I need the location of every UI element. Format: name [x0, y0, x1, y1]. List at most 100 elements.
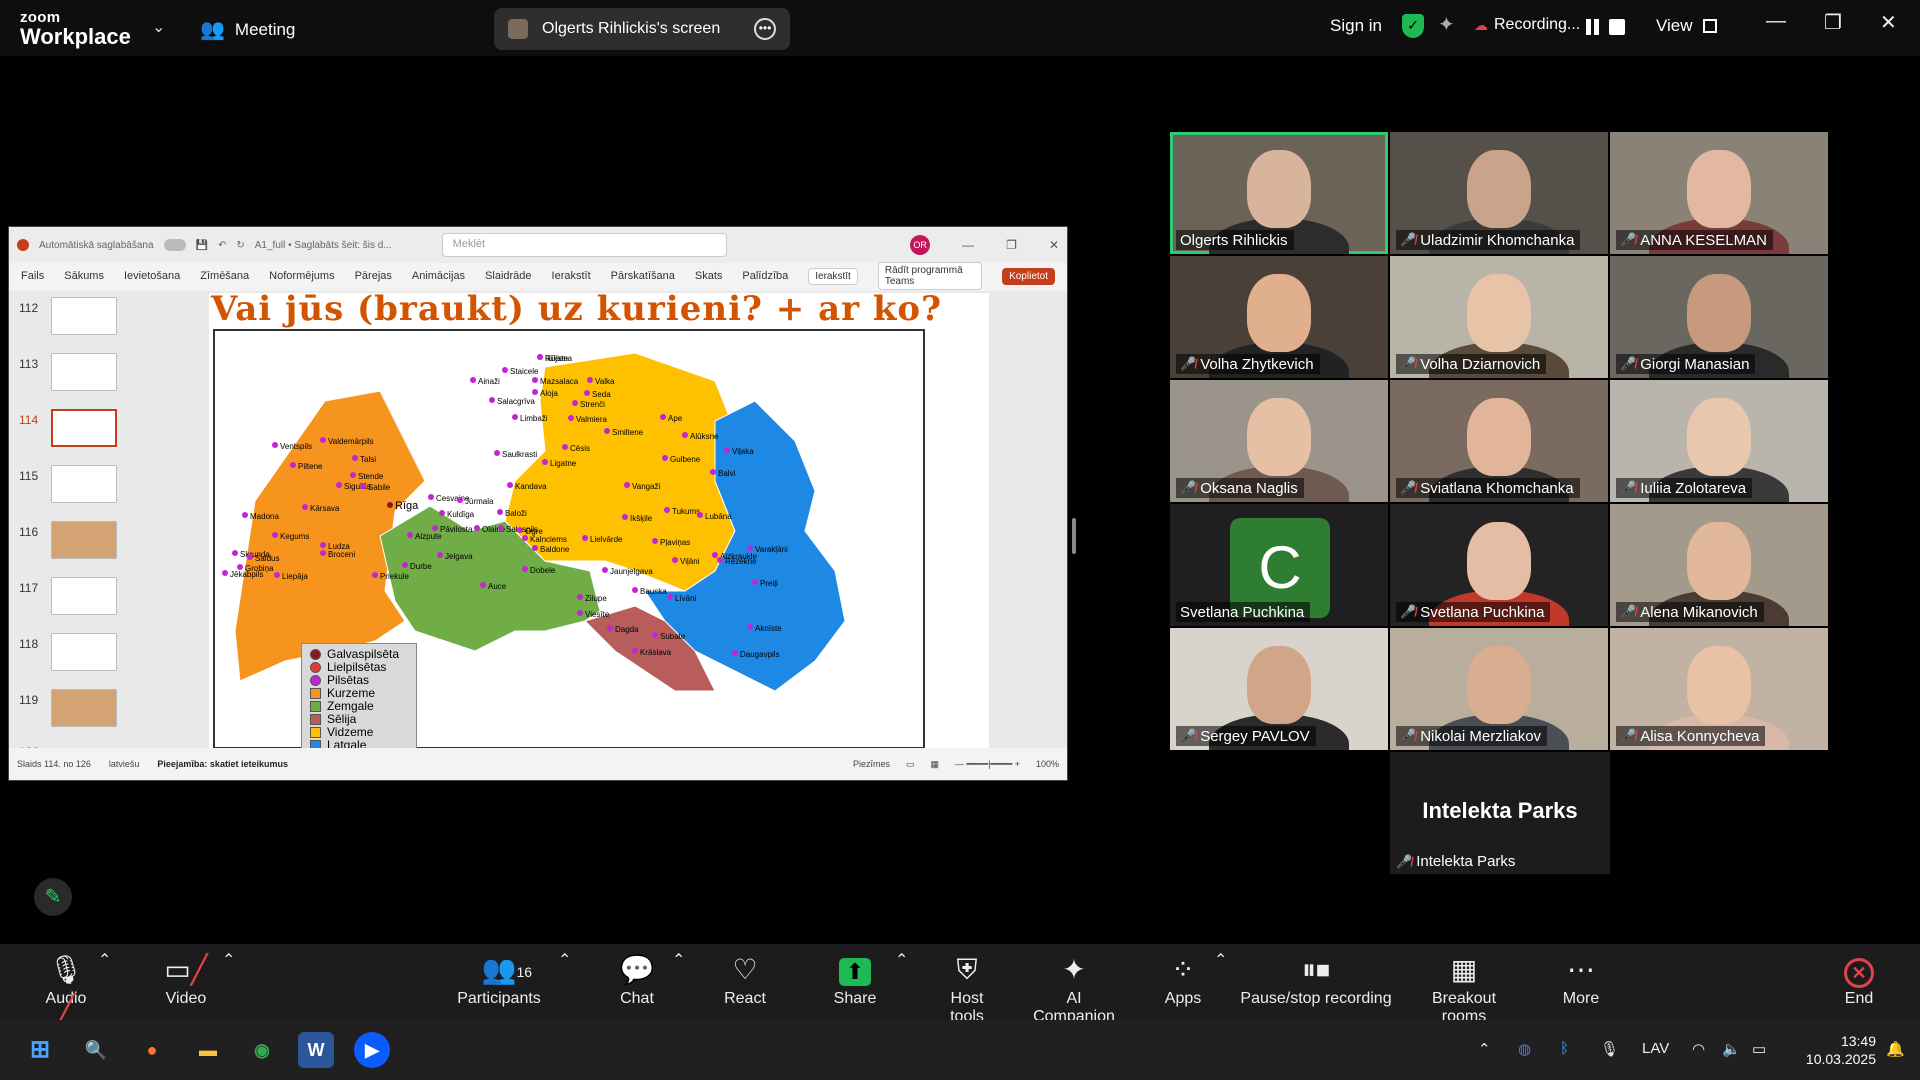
battery-icon[interactable]: ▭ — [1752, 1040, 1766, 1058]
thumbnail[interactable]: 119 — [13, 689, 133, 733]
pp-search-input[interactable]: Meklēt — [441, 233, 727, 257]
wifi-icon[interactable]: ◠ — [1692, 1040, 1705, 1058]
pp-restore-icon[interactable]: ❐ — [1006, 238, 1017, 252]
pp-minimize-icon[interactable]: — — [962, 238, 974, 252]
participant-tile[interactable]: 🎤̸ Uladzimir Khomchanka — [1390, 132, 1608, 254]
taskbar-clock[interactable]: 13:49 10.03.2025 — [1796, 1032, 1876, 1068]
participants-options-icon[interactable]: ⌃ — [558, 950, 571, 970]
normal-view-icon[interactable]: ▭ — [906, 759, 915, 770]
ribbon-tab[interactable]: Sākums — [64, 270, 104, 282]
thumbnail[interactable]: 115 — [13, 465, 133, 509]
end-button[interactable]: ✕ End — [1838, 950, 1880, 1008]
teams-button[interactable]: Rādīt programmā Teams — [877, 262, 983, 290]
sorter-view-icon[interactable]: ▦ — [931, 759, 940, 770]
restore-icon[interactable]: ❐ — [1824, 10, 1842, 35]
user-avatar[interactable]: OR — [910, 235, 931, 255]
audio-options-icon[interactable]: ⌃ — [98, 950, 111, 970]
file-explorer-icon[interactable]: ▬ — [190, 1032, 226, 1068]
ribbon-tab[interactable]: Slaidrāde — [485, 270, 531, 282]
zoom-slider[interactable]: — ━━━━|━━━━ + — [955, 759, 1020, 770]
record-button[interactable]: Ierakstīt — [808, 267, 858, 285]
thumbnail[interactable]: 118 — [13, 633, 133, 677]
ribbon-tab[interactable]: Palīdzība — [742, 270, 788, 282]
microphone-tray-icon[interactable]: 🎙 — [1600, 1040, 1619, 1058]
ribbon-tab[interactable]: Ierakstīt — [552, 270, 591, 282]
minimize-icon[interactable]: — — [1766, 10, 1786, 33]
security-shield-icon[interactable]: ✓ — [1402, 14, 1424, 38]
more-button[interactable]: ⋯ More — [1558, 950, 1604, 1008]
ribbon-tab[interactable]: Pārskatīšana — [611, 270, 675, 282]
status-language[interactable]: latviešu — [109, 759, 140, 769]
word-icon[interactable]: W — [298, 1032, 334, 1068]
participant-tile[interactable]: 🎤̸ Sergey PAVLOV — [1170, 628, 1388, 750]
annotate-pencil-icon[interactable]: ✎ — [34, 878, 72, 916]
ribbon-tab[interactable]: Skats — [695, 270, 723, 282]
zoom-logo[interactable]: zoom Workplace — [20, 10, 131, 48]
host-tools-button[interactable]: ⛨ Host tools — [932, 950, 1002, 1026]
ai-companion-button[interactable]: ✦ AI Companion — [1024, 950, 1124, 1026]
participant-tile[interactable]: 🎤̸ Giorgi Manasian — [1610, 256, 1828, 378]
notes-button[interactable]: Piezīmes — [853, 759, 890, 769]
apps-button[interactable]: ⁘ Apps — [1160, 950, 1206, 1008]
chat-button[interactable]: 💬 Chat — [614, 950, 660, 1008]
share-button[interactable]: ⬆ Share — [830, 950, 880, 1008]
volume-icon[interactable]: 🔈 — [1722, 1040, 1741, 1058]
sign-in-link[interactable]: Sign in — [1330, 16, 1382, 36]
ai-sparkle-icon[interactable]: ✦ — [1438, 12, 1455, 37]
chevron-down-icon[interactable]: ⌄ — [152, 17, 165, 37]
stop-recording-icon[interactable] — [1609, 19, 1625, 35]
status-accessibility[interactable]: Pieejamība: skatiet ieteikumus — [157, 759, 288, 769]
ribbon-tab[interactable]: Animācijas — [412, 270, 465, 282]
zoom-app-icon[interactable]: ▶ — [354, 1032, 390, 1068]
ribbon-tab[interactable]: Ievietošana — [124, 270, 180, 282]
participant-tile[interactable]: Olgerts Rihlickis — [1170, 132, 1388, 254]
tray-chevron-icon[interactable]: ⌃ — [1478, 1040, 1491, 1058]
participant-tile[interactable]: 🎤̸ ANNA KESELMAN — [1610, 132, 1828, 254]
language-indicator[interactable]: LAV — [1642, 1040, 1669, 1057]
pause-recording-icon[interactable] — [1583, 17, 1603, 37]
notification-icon[interactable]: 🔔 — [1886, 1040, 1905, 1058]
chat-options-icon[interactable]: ⌃ — [672, 950, 685, 970]
ribbon-tab[interactable]: Pārejas — [355, 270, 392, 282]
thumbnail-active[interactable]: 114 — [13, 409, 133, 453]
breakout-rooms-button[interactable]: ▦ Breakout rooms — [1408, 950, 1520, 1026]
pp-share-button[interactable]: Koplietot — [1002, 267, 1055, 285]
shared-screen[interactable]: Automātiskā saglabāšana 💾 ↶ ↻ A1_full • … — [8, 226, 1068, 781]
pp-close-icon[interactable]: ✕ — [1049, 238, 1059, 252]
participant-tile[interactable]: 🎤̸ Svetlana Puchkina — [1390, 504, 1608, 626]
ribbon-tab[interactable]: Zīmēšana — [200, 270, 249, 282]
thumbnail[interactable]: 116 — [13, 521, 133, 565]
zoom-tray-icon[interactable]: ◍ — [1518, 1040, 1531, 1058]
thumbnail[interactable]: 112 — [13, 297, 133, 341]
save-icon[interactable]: 💾 — [196, 240, 208, 251]
firefox-icon[interactable]: ● — [134, 1032, 170, 1068]
participant-tile[interactable]: 🎤̸ Alena Mikanovich — [1610, 504, 1828, 626]
ribbon-tab[interactable]: Fails — [21, 270, 44, 282]
more-options-icon[interactable]: ••• — [754, 18, 776, 40]
video-options-icon[interactable]: ⌃ — [222, 950, 235, 970]
participant-tile[interactable]: 🎤̸ Volha Zhytkevich — [1170, 256, 1388, 378]
participant-tile[interactable]: 🎤̸ Iuliia Zolotareva — [1610, 380, 1828, 502]
pause-stop-recording-button[interactable]: ⏸⏹ Pause/stop recording — [1240, 950, 1392, 1008]
participant-tile[interactable]: 🎤̸ Alisa Konnycheva — [1610, 628, 1828, 750]
participant-tile[interactable]: Intelekta Parks 🎤̸ Intelekta Parks — [1390, 752, 1610, 874]
participant-tile[interactable]: 🎤̸ Oksana Naglis — [1170, 380, 1388, 502]
undo-icon[interactable]: ↶ — [218, 240, 226, 251]
meeting-menu[interactable]: 👥 Meeting — [200, 17, 295, 42]
participants-button[interactable]: 👥 16 Participants — [456, 950, 542, 1008]
thumbnail[interactable]: 113 — [13, 353, 133, 397]
recording-indicator[interactable]: ☁ Recording... — [1474, 16, 1580, 34]
bluetooth-icon[interactable]: ᛒ — [1560, 1040, 1569, 1057]
participant-tile[interactable]: C Svetlana Puchkina — [1170, 504, 1388, 626]
apps-options-icon[interactable]: ⌃ — [1214, 950, 1227, 970]
screen-share-indicator[interactable]: Olgerts Rihlickis's screen ••• — [494, 8, 790, 50]
search-icon[interactable]: 🔍 — [78, 1032, 114, 1068]
redo-icon[interactable]: ↻ — [236, 240, 244, 251]
share-options-icon[interactable]: ⌃ — [895, 950, 908, 970]
windows-start-icon[interactable]: ⊞ — [22, 1032, 58, 1068]
autosave-toggle[interactable] — [163, 239, 186, 251]
video-button[interactable]: ▭╱ Video — [160, 950, 212, 1008]
participant-tile[interactable]: 🎤̸ Volha Dziarnovich — [1390, 256, 1608, 378]
split-resize-handle[interactable] — [1072, 518, 1076, 554]
chrome-icon[interactable]: ◉ — [244, 1032, 280, 1068]
